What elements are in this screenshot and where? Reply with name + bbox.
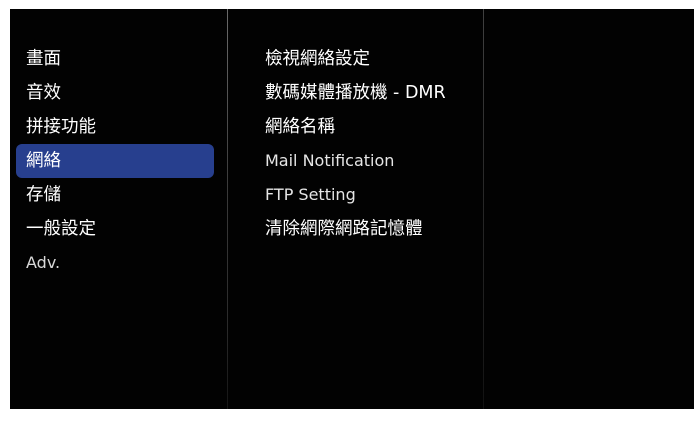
main-menu-item-storage[interactable]: 存儲 <box>10 178 227 212</box>
main-menu-item-sound[interactable]: 音效 <box>10 76 227 110</box>
submenu-item-digital-media-renderer[interactable]: 數碼媒體播放機 - DMR <box>228 76 483 110</box>
submenu-item-ftp-setting[interactable]: FTP Setting <box>228 178 483 212</box>
main-menu-item-tiling[interactable]: 拼接功能 <box>10 110 227 144</box>
submenu-item-clear-internet-memory[interactable]: 清除網際網路記憶體 <box>228 212 483 246</box>
submenu-item-mail-notification[interactable]: Mail Notification <box>228 144 483 178</box>
column-divider <box>483 9 484 409</box>
submenu-item-network-name[interactable]: 網絡名稱 <box>228 110 483 144</box>
main-menu-item-network[interactable]: 網絡 <box>16 144 214 178</box>
osd-menu-panel: 畫面 音效 拼接功能 網絡 存儲 一般設定 Adv. 檢視網絡設定 數碼媒體播放… <box>10 9 694 409</box>
main-menu-item-picture[interactable]: 畫面 <box>10 42 227 76</box>
main-menu-item-general-settings[interactable]: 一般設定 <box>10 212 227 246</box>
submenu-item-view-network-settings[interactable]: 檢視網絡設定 <box>228 42 483 76</box>
main-menu-item-advanced[interactable]: Adv. <box>10 246 227 280</box>
network-submenu: 檢視網絡設定 數碼媒體播放機 - DMR 網絡名稱 Mail Notificat… <box>228 42 483 246</box>
main-menu: 畫面 音效 拼接功能 網絡 存儲 一般設定 Adv. <box>10 42 227 280</box>
